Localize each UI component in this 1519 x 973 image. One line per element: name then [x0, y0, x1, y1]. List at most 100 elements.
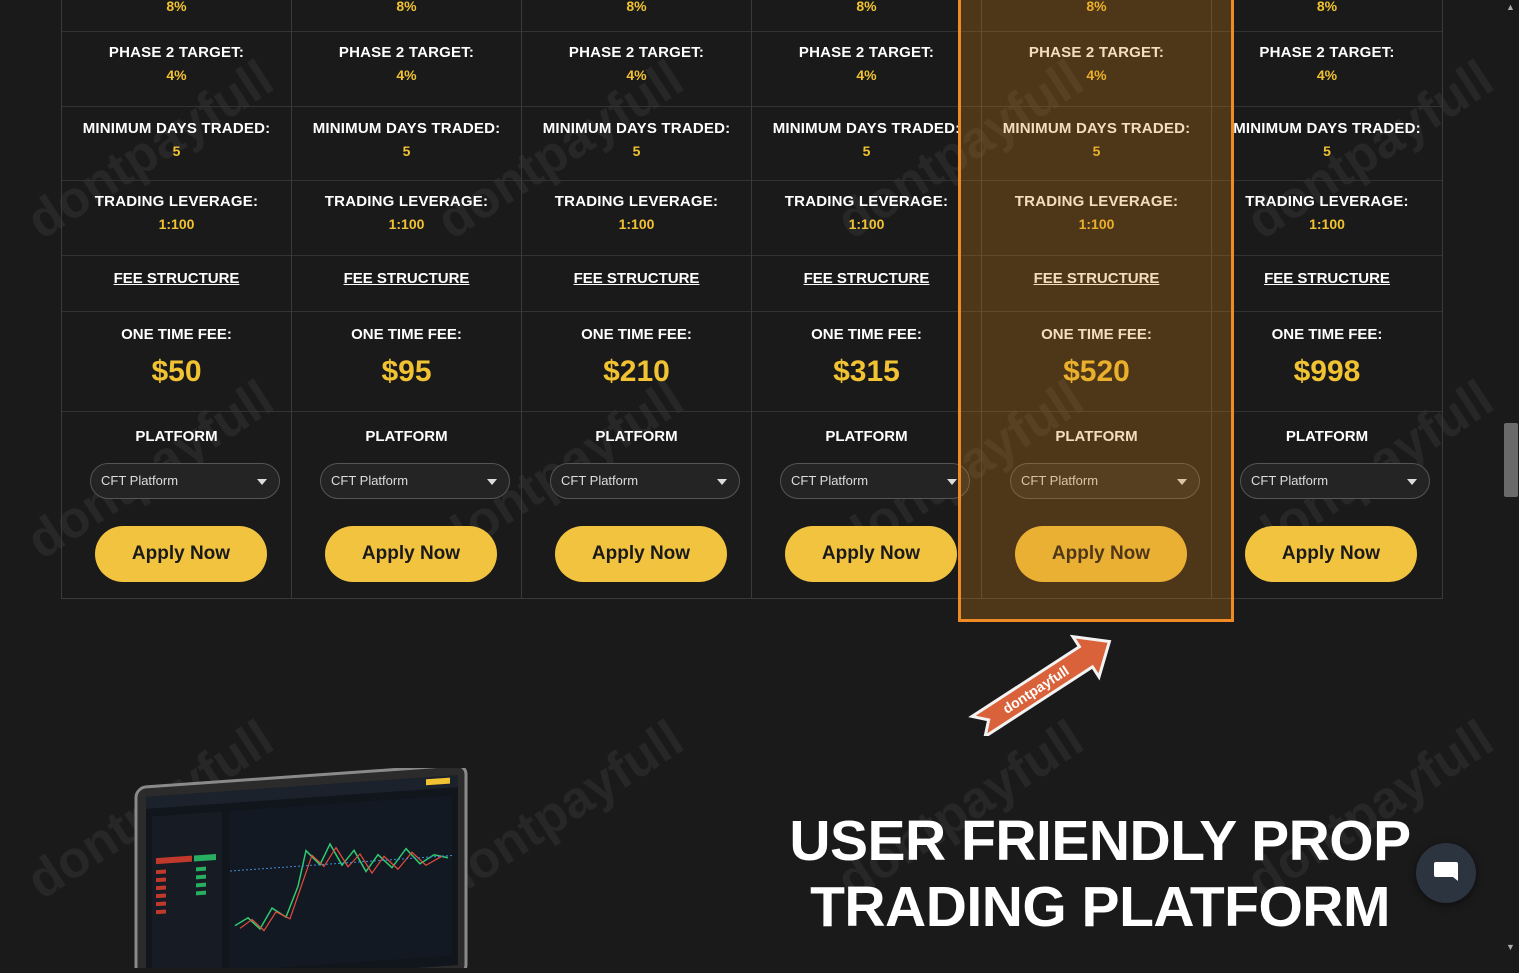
price-value: $50: [151, 355, 202, 388]
platform-select-value: CFT Platform: [791, 473, 869, 488]
scroll-down-icon[interactable]: ▼: [1506, 943, 1515, 952]
arrow-icon: dontpayfull: [968, 634, 1112, 740]
one-time-fee-label: ONE TIME FEE:: [351, 326, 462, 343]
pricing-table: 8% PHASE 2 TARGET: 4% MINIMUM DAYS TRADE…: [61, 0, 1443, 599]
min-days-value: 5: [402, 143, 411, 159]
leverage-value: 1:100: [1078, 216, 1115, 232]
fee-structure-link[interactable]: FEE STRUCTURE: [114, 270, 240, 287]
phase1-target-cell: 8%: [1212, 0, 1442, 32]
phase1-target-value: 8%: [396, 0, 417, 14]
chevron-down-icon: [487, 479, 497, 485]
phase2-target-value: 4%: [626, 67, 647, 83]
min-days-value: 5: [862, 143, 871, 159]
arrow-label: dontpayfull: [1000, 662, 1072, 717]
platform-select-value: CFT Platform: [561, 473, 639, 488]
fee-structure-link[interactable]: FEE STRUCTURE: [804, 270, 930, 287]
min-days-cell: MINIMUM DAYS TRADED: 5: [1212, 107, 1442, 181]
phase2-target-value: 4%: [856, 67, 877, 83]
phase1-target-value: 8%: [626, 0, 647, 14]
apply-now-button[interactable]: Apply Now: [1245, 526, 1417, 582]
fee-structure-link[interactable]: FEE STRUCTURE: [1264, 270, 1390, 287]
phase2-target-value: 4%: [1316, 67, 1338, 83]
leverage-label: TRADING LEVERAGE:: [784, 193, 949, 210]
phase2-target-cell: PHASE 2 TARGET: 4%: [522, 32, 751, 107]
one-time-fee-cell: ONE TIME FEE: $210: [522, 312, 751, 412]
headline-line2: TRADING PLATFORM: [810, 875, 1390, 939]
platform-select-value: CFT Platform: [331, 473, 409, 488]
plan-column: 8% PHASE 2 TARGET: 4% MINIMUM DAYS TRADE…: [292, 0, 522, 598]
apply-now-button[interactable]: Apply Now: [325, 526, 497, 582]
leverage-cell: TRADING LEVERAGE: 1:100: [292, 181, 521, 256]
one-time-fee-cell: ONE TIME FEE: $95: [292, 312, 521, 412]
chat-button[interactable]: [1416, 843, 1476, 903]
laptop-platform-image: [130, 763, 510, 973]
platform-select[interactable]: CFT Platform: [550, 463, 740, 499]
chevron-down-icon: [257, 479, 267, 485]
apply-now-button[interactable]: Apply Now: [785, 526, 957, 582]
leverage-label: TRADING LEVERAGE:: [1014, 193, 1179, 210]
platform-cell: PLATFORM CFT Platform Apply Now: [982, 412, 1211, 598]
platform-select[interactable]: CFT Platform: [1010, 463, 1200, 499]
min-days-cell: MINIMUM DAYS TRADED: 5: [292, 107, 521, 181]
phase2-target-cell: PHASE 2 TARGET: 4%: [1212, 32, 1442, 107]
one-time-fee-label: ONE TIME FEE:: [1041, 326, 1152, 343]
scrollbar[interactable]: ▲ ▼: [1502, 0, 1519, 955]
phase2-target-value: 4%: [166, 67, 187, 83]
fee-structure-link[interactable]: FEE STRUCTURE: [344, 270, 470, 287]
platform-cell: PLATFORM CFT Platform Apply Now: [292, 412, 521, 598]
chevron-down-icon: [717, 479, 727, 485]
fee-structure-cell: FEE STRUCTURE: [522, 256, 751, 312]
leverage-value: 1:100: [848, 216, 885, 232]
chat-bubble-icon: [1434, 862, 1458, 881]
scroll-thumb[interactable]: [1504, 423, 1518, 497]
phase2-target-value: 4%: [1086, 67, 1107, 83]
phase1-target-cell: 8%: [62, 0, 291, 32]
phase2-target-label: PHASE 2 TARGET:: [1028, 44, 1165, 61]
phase2-target-cell: PHASE 2 TARGET: 4%: [62, 32, 291, 107]
price-value: $95: [381, 355, 432, 388]
leverage-cell: TRADING LEVERAGE: 1:100: [982, 181, 1211, 256]
fee-structure-link[interactable]: FEE STRUCTURE: [574, 270, 700, 287]
phase1-target-cell: 8%: [752, 0, 981, 32]
min-days-label: MINIMUM DAYS TRADED:: [1002, 120, 1191, 137]
chevron-down-icon: [947, 479, 957, 485]
phase2-target-cell: PHASE 2 TARGET: 4%: [982, 32, 1211, 107]
platform-select-value: CFT Platform: [1251, 473, 1329, 488]
fee-structure-cell: FEE STRUCTURE: [62, 256, 291, 312]
platform-cell: PLATFORM CFT Platform Apply Now: [62, 412, 291, 598]
leverage-label: TRADING LEVERAGE:: [324, 193, 489, 210]
phase1-target-value: 8%: [166, 0, 187, 14]
phase2-target-value: 4%: [396, 67, 417, 83]
platform-select[interactable]: CFT Platform: [780, 463, 970, 499]
leverage-value: 1:100: [158, 216, 195, 232]
phase2-target-cell: PHASE 2 TARGET: 4%: [752, 32, 981, 107]
platform-select[interactable]: CFT Platform: [320, 463, 510, 499]
min-days-cell: MINIMUM DAYS TRADED: 5: [982, 107, 1211, 181]
phase1-target-cell: 8%: [292, 0, 521, 32]
arrow-badge: dontpayfull: [968, 632, 1120, 740]
plan-column: 8% PHASE 2 TARGET: 4% MINIMUM DAYS TRADE…: [752, 0, 982, 598]
apply-now-button[interactable]: Apply Now: [555, 526, 727, 582]
min-days-cell: MINIMUM DAYS TRADED: 5: [62, 107, 291, 181]
platform-label: PLATFORM: [1285, 428, 1369, 445]
price-value: $315: [833, 355, 900, 388]
apply-now-button[interactable]: Apply Now: [1015, 526, 1187, 582]
platform-select[interactable]: CFT Platform: [90, 463, 280, 499]
headline-line1: USER FRIENDLY PROP: [789, 809, 1411, 873]
phase1-target-cell: 8%: [522, 0, 751, 32]
phase2-target-cell: PHASE 2 TARGET: 4%: [292, 32, 521, 107]
phase1-target-value: 8%: [1086, 0, 1107, 14]
leverage-value: 1:100: [618, 216, 655, 232]
one-time-fee-cell: ONE TIME FEE: $998: [1212, 312, 1442, 412]
platform-label: PLATFORM: [135, 428, 218, 445]
scroll-up-icon[interactable]: ▲: [1506, 3, 1515, 12]
phase2-target-label: PHASE 2 TARGET:: [338, 44, 475, 61]
fee-structure-link[interactable]: FEE STRUCTURE: [1034, 270, 1160, 287]
phase1-target-value: 8%: [1316, 0, 1338, 14]
phase1-target-cell: 8%: [982, 0, 1211, 32]
platform-label: PLATFORM: [825, 428, 908, 445]
one-time-fee-cell: ONE TIME FEE: $315: [752, 312, 981, 412]
one-time-fee-label: ONE TIME FEE:: [811, 326, 922, 343]
platform-select[interactable]: CFT Platform: [1240, 463, 1430, 499]
apply-now-button[interactable]: Apply Now: [95, 526, 267, 582]
